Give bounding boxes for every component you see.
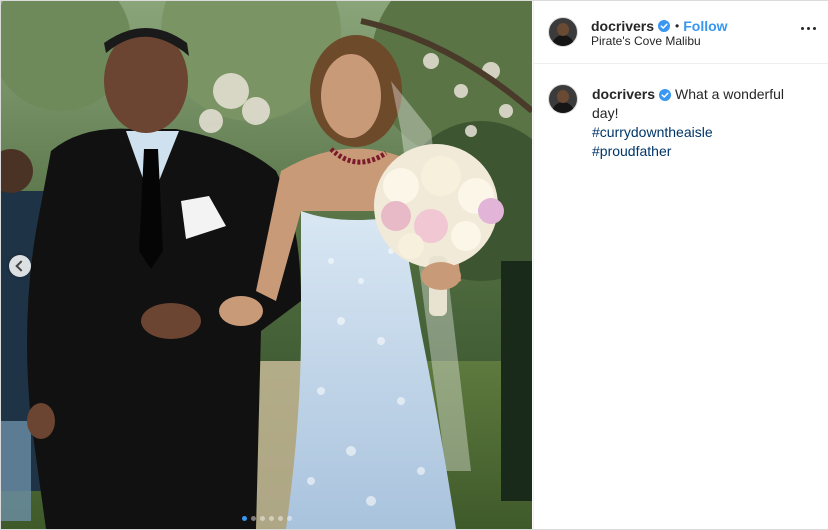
carousel-dot: [250, 516, 256, 521]
hashtag-link[interactable]: #currydowntheaisle: [592, 123, 713, 142]
caption-username-link[interactable]: docrivers: [592, 86, 655, 102]
hashtag-link[interactable]: #proudfather: [592, 142, 671, 161]
post-photo[interactable]: [1, 1, 532, 529]
carousel-dot: [259, 516, 265, 521]
avatar[interactable]: [548, 84, 578, 114]
carousel-dots: [1, 516, 532, 521]
verified-badge-icon: [658, 20, 671, 32]
location-link[interactable]: Pirate's Cove Malibu: [591, 34, 701, 48]
instagram-post-embed: docrivers • Follow Pirate's Cove Malibu …: [0, 0, 828, 530]
verified-badge-icon: [659, 89, 672, 102]
carousel-dot: [286, 516, 292, 521]
carousel-dot: [268, 516, 274, 521]
carousel-dot: [241, 516, 247, 521]
carousel-prev-button[interactable]: [9, 255, 31, 277]
header-user-line: docrivers • Follow: [591, 17, 728, 35]
wedding-photo-illustration: [1, 1, 532, 529]
carousel-dot: [277, 516, 283, 521]
username-link[interactable]: docrivers: [591, 17, 654, 35]
avatar[interactable]: [548, 17, 578, 47]
post-header: docrivers • Follow Pirate's Cove Malibu: [534, 1, 828, 64]
follow-button[interactable]: Follow: [683, 17, 727, 35]
separator-dot: •: [675, 19, 680, 33]
post-side-panel: docrivers • Follow Pirate's Cove Malibu …: [533, 1, 828, 529]
more-options-icon[interactable]: [801, 23, 816, 34]
chevron-left-icon: [15, 260, 27, 272]
caption-text-block: docrivers What a wonderful day! #currydo…: [592, 85, 812, 161]
